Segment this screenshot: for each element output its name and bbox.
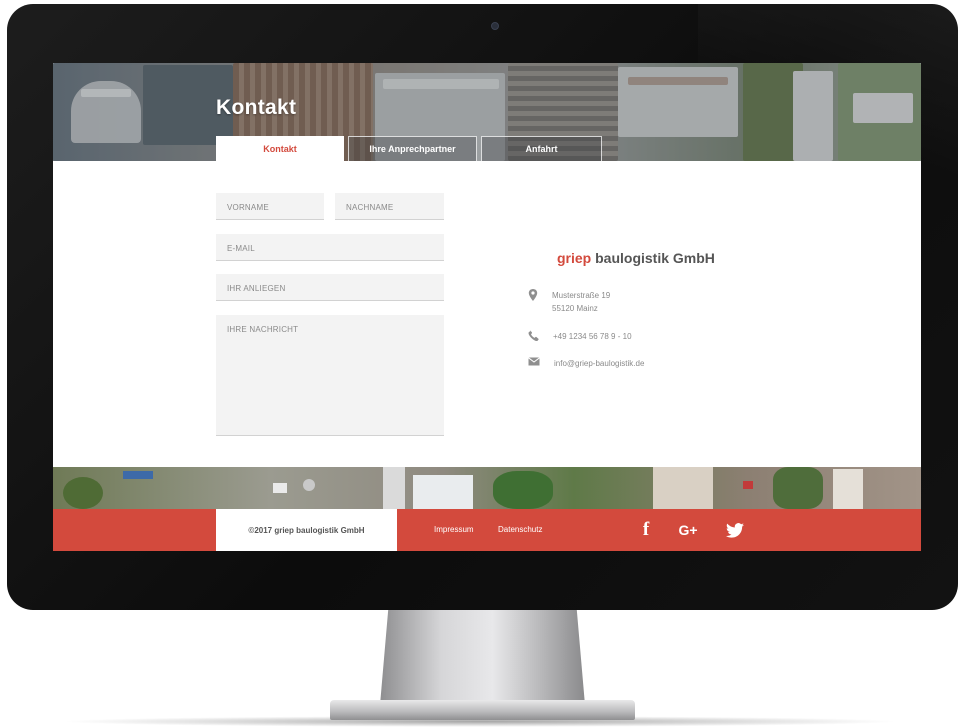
google-plus-glyph: G+: [678, 522, 698, 538]
envelope-icon: [528, 357, 540, 366]
company-brand: griep: [557, 250, 592, 266]
company-name: griep baulogistik GmbH: [557, 250, 715, 266]
tab-bar: Kontakt Ihre Anprechpartner Anfahrt: [216, 136, 602, 161]
tab-kontakt[interactable]: Kontakt: [216, 136, 344, 161]
subject-field[interactable]: IHR ANLIEGEN: [216, 274, 444, 301]
address-street: Musterstraße 19: [552, 291, 611, 300]
website-screen: Kontakt Kontakt Ihre Anprechpartner Anfa…: [53, 63, 921, 551]
monitor-base: [330, 700, 635, 720]
impressum-link[interactable]: Impressum: [434, 525, 474, 534]
email-field[interactable]: E-MAIL: [216, 234, 444, 261]
phone-icon: [528, 330, 539, 341]
lastname-field[interactable]: NACHNAME: [335, 193, 444, 220]
copyright: ©2017 griep baulogistik GmbH: [216, 509, 397, 551]
facebook-icon[interactable]: f: [633, 519, 659, 541]
datenschutz-link[interactable]: Datenschutz: [498, 525, 542, 534]
site-footer: ©2017 griep baulogistik GmbH Impressum D…: [53, 509, 921, 551]
address-row: Musterstraße 19 55120 Mainz: [528, 289, 610, 315]
hero-banner: Kontakt Kontakt Ihre Anprechpartner Anfa…: [53, 63, 921, 161]
desktop-mockup: Kontakt Kontakt Ihre Anprechpartner Anfa…: [0, 0, 958, 727]
email-link[interactable]: info@griep-baulogistik.de: [554, 357, 644, 370]
email-row: info@griep-baulogistik.de: [528, 357, 644, 370]
contact-section: VORNAME NACHNAME E-MAIL IHR ANLIEGEN IHR…: [53, 161, 921, 467]
tab-anfahrt[interactable]: Anfahrt: [481, 136, 602, 161]
message-textarea[interactable]: IHRE NACHRICHT: [216, 315, 444, 436]
twitter-bird: [726, 522, 744, 538]
location-pin-icon: [528, 289, 538, 301]
phone-row: +49 1234 56 78 9 - 10: [528, 330, 632, 343]
address-city: 55120 Mainz: [552, 304, 598, 313]
camera-icon: [491, 22, 499, 30]
company-name-rest: baulogistik GmbH: [591, 250, 715, 266]
phone-number: +49 1234 56 78 9 - 10: [553, 332, 632, 341]
monitor-stand: [380, 610, 585, 705]
facebook-glyph: f: [642, 519, 650, 540]
aerial-photo-strip: [53, 467, 921, 509]
firstname-field[interactable]: VORNAME: [216, 193, 324, 220]
tab-ansprechpartner[interactable]: Ihre Anprechpartner: [348, 136, 477, 161]
google-plus-icon[interactable]: G+: [675, 519, 701, 541]
page-title: Kontakt: [216, 96, 297, 119]
twitter-icon[interactable]: [722, 519, 748, 541]
